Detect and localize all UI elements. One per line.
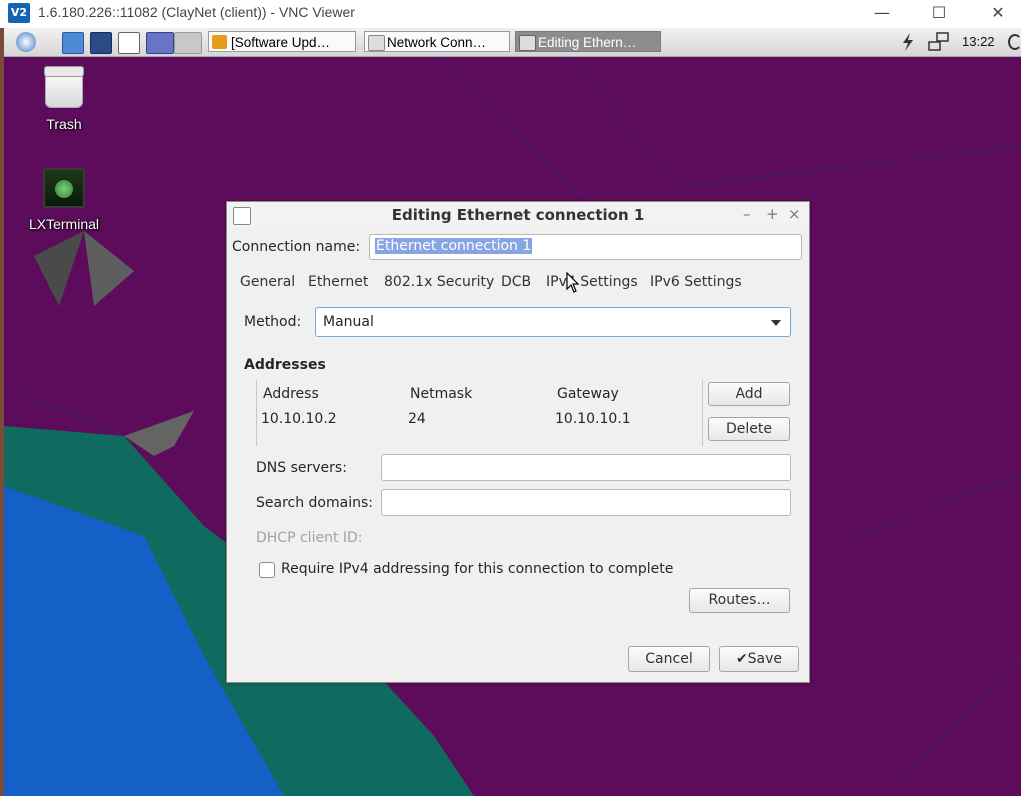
- chevron-down-icon: [771, 320, 781, 326]
- task-software-update[interactable]: [Software Upd…: [208, 31, 356, 52]
- addresses-heading: Addresses: [244, 357, 326, 373]
- routes-button[interactable]: Routes…: [689, 588, 790, 613]
- tab-ethernet[interactable]: Ethernet: [308, 274, 368, 290]
- network-icon: [519, 35, 536, 51]
- method-value: Manual: [323, 314, 374, 330]
- save-button-label: Save: [747, 651, 783, 667]
- vnc-titlebar: V2 1.6.180.226::11082 (ClayNet (client))…: [0, 0, 1021, 28]
- method-label: Method:: [244, 314, 302, 330]
- task-label: [Software Upd…: [231, 35, 331, 50]
- tab-ipv6-settings[interactable]: IPv6 Settings: [650, 274, 742, 290]
- address-cell[interactable]: 10.10.10.2: [261, 411, 337, 427]
- tab-general[interactable]: General: [240, 274, 295, 290]
- connection-name-field[interactable]: Ethernet connection 1: [369, 234, 802, 260]
- column-header-address: Address: [263, 386, 319, 402]
- add-button[interactable]: Add: [708, 382, 790, 406]
- vnc-minimize-button[interactable]: —: [864, 2, 900, 24]
- checkmark-icon: ✔: [735, 651, 748, 667]
- software-update-icon: [212, 35, 227, 49]
- vnc-window-title: 1.6.180.226::11082 (ClayNet (client)) - …: [38, 4, 355, 20]
- gateway-cell[interactable]: 10.10.10.1: [555, 411, 631, 427]
- desktop-pager-2[interactable]: [174, 32, 202, 54]
- vnc-maximize-button[interactable]: ☐: [921, 2, 957, 24]
- task-label: Editing Ethern…: [538, 35, 637, 50]
- method-dropdown[interactable]: Manual: [315, 307, 791, 337]
- vnc-logo-icon: V2: [8, 3, 30, 23]
- tab-ipv4-settings[interactable]: IPv4 Settings: [546, 274, 638, 290]
- desktop-icon-label: LXTerminal: [28, 216, 100, 232]
- tab-dcb[interactable]: DCB: [501, 274, 531, 290]
- dialog-maximize-button[interactable]: +: [766, 205, 779, 223]
- require-ipv4-checkbox[interactable]: [259, 562, 275, 578]
- desktop-icon-label: Trash: [46, 116, 82, 132]
- require-ipv4-label[interactable]: Require IPv4 addressing for this connect…: [281, 561, 673, 577]
- logout-icon[interactable]: [1008, 34, 1021, 50]
- connection-name-value: Ethernet connection 1: [375, 238, 533, 254]
- network-status-icon[interactable]: [928, 32, 950, 52]
- terminal-icon: [43, 168, 85, 208]
- dhcp-client-id-label: DHCP client ID:: [256, 530, 363, 546]
- save-button[interactable]: ✔Save: [719, 646, 799, 672]
- power-icon[interactable]: [900, 33, 916, 51]
- addresses-table[interactable]: Address Netmask Gateway 10.10.10.2 24 10…: [256, 380, 703, 446]
- column-header-gateway: Gateway: [557, 386, 619, 402]
- task-network-connections[interactable]: Network Conn…: [364, 31, 510, 52]
- dialog-title: Editing Ethernet connection 1: [391, 206, 645, 224]
- edit-connection-dialog: Editing Ethernet connection 1 – + × Conn…: [226, 201, 810, 683]
- netmask-cell[interactable]: 24: [408, 411, 426, 427]
- search-domains-field[interactable]: [381, 489, 791, 516]
- task-label: Network Conn…: [387, 35, 487, 50]
- menu-launcher-icon[interactable]: [16, 32, 36, 52]
- tab-8021x-security[interactable]: 802.1x Security: [384, 274, 494, 290]
- cancel-button[interactable]: Cancel: [628, 646, 710, 672]
- delete-button[interactable]: Delete: [708, 417, 790, 441]
- trash-icon: [44, 66, 84, 108]
- dialog-titlebar: Editing Ethernet connection 1 – + ×: [227, 202, 809, 228]
- task-editing-ethernet[interactable]: Editing Ethern…: [515, 31, 661, 52]
- connection-name-label: Connection name:: [232, 239, 361, 255]
- desktop-pager-1[interactable]: [146, 32, 174, 54]
- column-header-netmask: Netmask: [410, 386, 473, 402]
- search-domains-label: Search domains:: [256, 495, 373, 511]
- dialog-close-button[interactable]: ×: [788, 205, 801, 223]
- file-manager-icon[interactable]: [62, 32, 84, 54]
- vnc-close-button[interactable]: ✕: [980, 2, 1016, 24]
- dns-servers-label: DNS servers:: [256, 460, 347, 476]
- window-icon[interactable]: [118, 32, 140, 54]
- clock[interactable]: 13:22: [962, 34, 995, 49]
- dns-servers-field[interactable]: [381, 454, 791, 481]
- mouse-pointer-icon: [566, 272, 580, 293]
- network-icon: [368, 35, 385, 51]
- desktop-icon-trash[interactable]: Trash: [34, 66, 94, 132]
- network-app-icon[interactable]: [90, 32, 112, 54]
- desktop-icon-lxterminal[interactable]: LXTerminal: [24, 168, 104, 232]
- dialog-minimize-button[interactable]: –: [743, 205, 751, 223]
- taskbar-panel: [Software Upd… Network Conn… Editing Eth…: [4, 28, 1021, 57]
